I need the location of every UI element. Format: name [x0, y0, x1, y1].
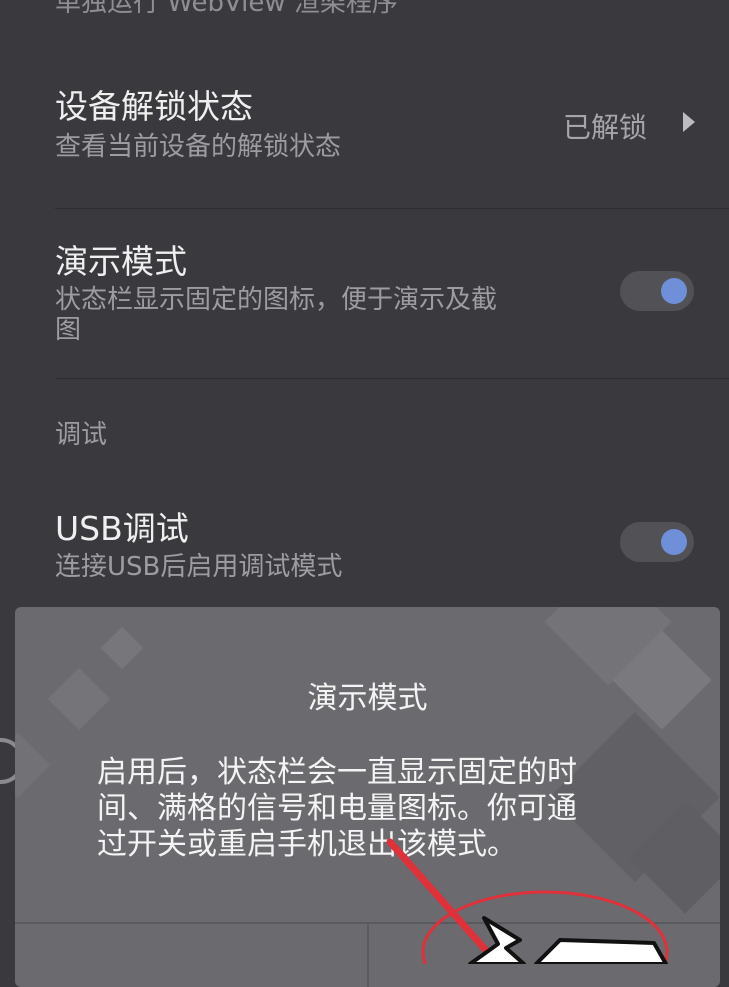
toggle-knob: [661, 278, 687, 304]
dialog-message-line2: 间、满格的信号和电量图标。你可通: [97, 791, 577, 826]
setting-unlock-subtitle: 查看当前设备的解锁状态: [55, 132, 342, 162]
demo-mode-toggle[interactable]: [620, 271, 694, 311]
setting-unlock-status[interactable]: 设备解锁状态 查看当前设备的解锁状态 已解锁: [0, 60, 729, 180]
toggle-knob: [661, 529, 687, 555]
setting-unlock-title: 设备解锁状态: [55, 87, 253, 126]
section-header-debug: 调试: [55, 420, 108, 450]
setting-demo-subtitle-line1: 状态栏显示固定的图标，便于演示及截: [55, 285, 498, 315]
setting-usb-subtitle: 连接USB后启用调试模式: [55, 552, 343, 582]
decor-diamond: [100, 626, 144, 670]
dialog-left-button[interactable]: [15, 924, 367, 987]
setting-usb-debugging[interactable]: USB调试 连接USB后启用调试模式: [0, 490, 729, 600]
decor-diamond: [15, 732, 51, 798]
setting-demo-subtitle-line2: 图: [55, 315, 82, 345]
truncated-item-text: 单独运行 WebView 渲染程序: [55, 0, 398, 18]
setting-demo-mode[interactable]: 演示模式 状态栏显示固定的图标，便于演示及截 图: [0, 215, 729, 375]
dialog-message: 启用后，状态栏会一直显示固定的时 间、满格的信号和电量图标。你可通 过开关或重启…: [97, 755, 657, 863]
dialog-message-line3: 过开关或重启手机退出该模式。: [97, 827, 517, 862]
setting-unlock-value: 已解锁: [563, 111, 648, 144]
dialog-message-line1: 启用后，状态栏会一直显示固定的时: [97, 755, 577, 790]
setting-demo-title: 演示模式: [55, 242, 187, 281]
dialog-right-button[interactable]: [369, 924, 720, 987]
divider: [55, 208, 729, 209]
usb-debugging-toggle[interactable]: [620, 522, 694, 562]
demo-mode-dialog: 演示模式 启用后，状态栏会一直显示固定的时 间、满格的信号和电量图标。你可通 过…: [15, 607, 720, 987]
dialog-title: 演示模式: [307, 681, 428, 716]
divider: [55, 378, 729, 379]
chevron-right-icon: [683, 112, 695, 132]
setting-usb-title: USB调试: [55, 509, 189, 548]
